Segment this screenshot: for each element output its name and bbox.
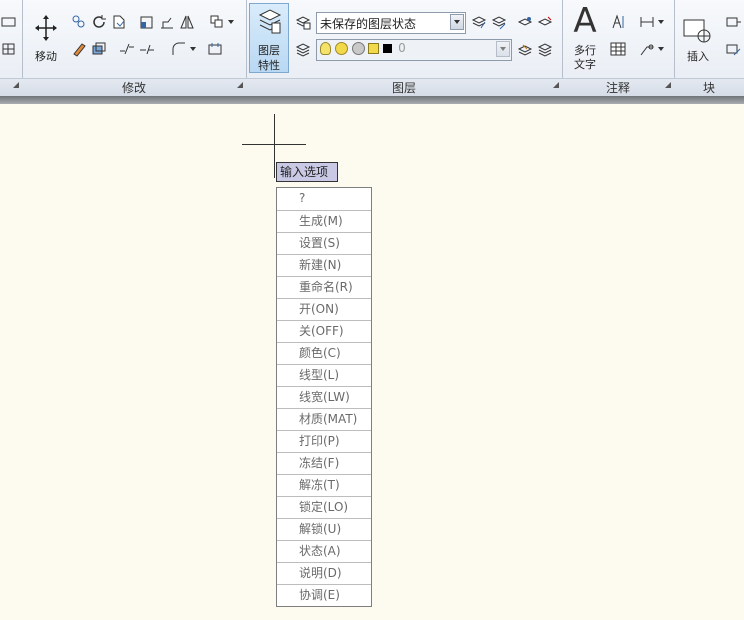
option-item[interactable]: 线宽(LW) [277,386,371,408]
block-panel: 插入 块 [674,0,744,97]
option-item[interactable]: 协调(E) [277,584,371,606]
copy-icon[interactable] [70,13,88,31]
leader-icon[interactable] [634,40,668,58]
array-icon[interactable] [206,13,236,31]
mtext-label-line2[interactable]: 文字 [568,56,602,72]
sun-icon[interactable] [334,42,348,55]
dimension-icon[interactable] [634,13,668,31]
layer-state-value: 未保存的图层状态 [320,17,417,31]
erase-icon[interactable] [70,40,88,58]
option-item[interactable]: 关(OFF) [277,320,371,342]
draw-panel-partial [0,0,23,97]
match-layer-icon[interactable] [490,13,508,31]
table-icon[interactable] [609,40,627,58]
layer-properties-label-line2: 特性 [258,59,280,72]
ribbon: 移动 修改 图层 特性 未保存的图层状态 0 图层 A 多行 文字 注释 插入 … [0,0,744,104]
layer-color-swatch[interactable] [383,44,393,53]
option-item[interactable]: 锁定(LO) [277,496,371,518]
mirror-icon[interactable] [138,13,156,31]
hatch-icon[interactable] [0,40,18,58]
layer-properties-icon [258,7,282,35]
option-item[interactable]: 冻结(F) [277,452,371,474]
extend-icon[interactable] [138,40,156,58]
layer-properties-label-line1: 图层 [258,44,280,57]
crosshair-cursor-vertical [274,114,275,178]
panel-expand-icon[interactable] [553,82,559,88]
option-item[interactable]: 说明(D) [277,562,371,584]
layer-walk-icon[interactable] [536,40,554,58]
layer-properties-button[interactable]: 图层 特性 [249,3,289,73]
rotate-icon[interactable] [90,13,108,31]
layer-state-dropdown[interactable]: 未保存的图层状态 [316,12,466,34]
option-item[interactable]: 设置(S) [277,232,371,254]
lock-icon[interactable] [368,43,380,54]
stretch-icon[interactable] [158,13,176,31]
break-icon[interactable] [118,40,136,58]
layer-off-icon[interactable] [536,13,554,31]
option-item[interactable]: 状态(A) [277,540,371,562]
option-item[interactable]: 材质(MAT) [277,408,371,430]
layers-panel-title[interactable]: 图层 [246,78,562,97]
single-line-text-icon[interactable] [609,13,627,31]
option-item[interactable]: 解冻(T) [277,474,371,496]
move-label[interactable]: 移动 [30,48,62,64]
explode-icon[interactable] [206,40,224,58]
ribbon-bottom-border [0,96,744,104]
layer-freeze-icon[interactable] [516,40,534,58]
option-item[interactable]: 重命名(R) [277,276,371,298]
panel-expand-icon[interactable] [237,82,243,88]
multiline-text-icon[interactable]: A [570,2,600,40]
modify-panel-title[interactable]: 修改 [22,78,246,97]
option-item[interactable]: 解锁(U) [277,518,371,540]
option-item[interactable]: 新建(N) [277,254,371,276]
lightbulb-icon[interactable] [320,42,331,55]
insert-label[interactable]: 插入 [682,48,714,64]
layers-panel: 图层 特性 未保存的图层状态 0 图层 [246,0,563,97]
annotation-panel: A 多行 文字 注释 [562,0,675,97]
move-icon[interactable] [34,14,58,42]
current-layer-dropdown[interactable]: 0 [316,39,512,61]
insert-block-icon[interactable] [682,12,714,44]
option-item[interactable]: 开(ON) [277,298,371,320]
previous-layer-icon[interactable] [294,40,312,58]
option-item[interactable]: 颜色(C) [277,342,371,364]
layer-isolate-icon[interactable] [516,13,534,31]
make-current-icon[interactable] [470,13,488,31]
offset-icon[interactable] [90,40,108,58]
create-block-icon[interactable] [724,13,742,31]
layer-state-icon[interactable] [294,13,312,31]
trim-icon[interactable] [110,13,128,31]
panel-expand-icon[interactable] [13,82,19,88]
option-item[interactable]: 打印(P) [277,430,371,452]
chevron-down-icon[interactable] [496,41,510,57]
edit-block-icon[interactable] [724,40,742,58]
mirror-triangle-icon[interactable] [178,13,196,31]
current-layer-value: 0 [398,41,406,55]
fillet-icon[interactable] [166,40,200,58]
option-item[interactable]: ? [277,188,371,210]
dynamic-input-prompt: 输入选项 [276,162,338,182]
option-item[interactable]: 生成(M) [277,210,371,232]
panel-expand-icon[interactable] [665,82,671,88]
option-item[interactable]: 线型(L) [277,364,371,386]
option-menu: ? 生成(M) 设置(S) 新建(N) 重命名(R) 开(ON) 关(OFF) … [276,187,372,607]
drawing-canvas[interactable] [0,104,744,620]
rectangle-icon[interactable] [0,13,18,31]
annotation-panel-title[interactable]: 注释 [562,78,674,97]
chevron-down-icon[interactable] [450,14,464,30]
block-panel-title[interactable]: 块 [674,78,744,97]
viewport-freeze-icon[interactable] [351,42,365,55]
modify-panel: 移动 修改 [22,0,247,97]
